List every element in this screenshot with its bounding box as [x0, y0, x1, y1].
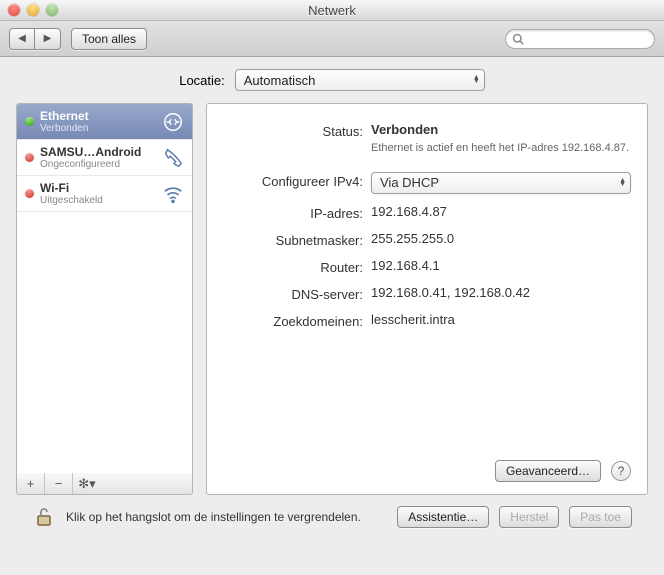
status-dot-icon: [25, 153, 34, 162]
dns-server-row: DNS-server: 192.168.0.41, 192.168.0.42: [223, 285, 631, 302]
panels: Ethernet Verbonden SAMSU…Android Ongecon…: [16, 103, 648, 495]
dns-server-value: 192.168.0.41, 192.168.0.42: [371, 285, 631, 300]
content: Locatie: Automatisch ▲▼ Ethernet Verbond…: [0, 57, 664, 539]
show-all-button[interactable]: Toon alles: [71, 28, 147, 50]
search-domains-value: lesscherit.intra: [371, 312, 631, 327]
minimize-window-button[interactable]: [27, 4, 39, 16]
location-popup[interactable]: Automatisch ▲▼: [235, 69, 485, 91]
phone-modem-icon: [162, 147, 184, 169]
router-row: Router: 192.168.4.1: [223, 258, 631, 275]
configure-ipv4-value: Via DHCP: [380, 175, 439, 190]
updown-icon: ▲▼: [473, 76, 480, 84]
chevron-right-icon: ▶: [44, 33, 52, 44]
help-button[interactable]: ?: [611, 461, 631, 481]
sidebar-item-ethernet[interactable]: Ethernet Verbonden: [17, 104, 192, 140]
gear-icon: ✻▾: [78, 476, 95, 492]
nav-buttons: ◀ ▶: [9, 28, 61, 50]
sidebar-item-label: Wi-Fi: [40, 181, 156, 195]
titlebar: Netwerk: [0, 0, 664, 21]
sidebar-item-samsung-android[interactable]: SAMSU…Android Ongeconfigureerd: [17, 140, 192, 176]
configure-ipv4-label: Configureer IPv4:: [223, 172, 371, 189]
back-button[interactable]: ◀: [9, 28, 35, 50]
sidebar: Ethernet Verbonden SAMSU…Android Ongecon…: [16, 103, 193, 495]
chevron-left-icon: ◀: [18, 33, 26, 44]
ip-address-value: 192.168.4.87: [371, 204, 631, 219]
status-dot-icon: [25, 117, 34, 126]
ethernet-icon: [162, 111, 184, 133]
assist-button[interactable]: Assistentie…: [397, 506, 489, 528]
search-input[interactable]: [524, 32, 648, 46]
sidebar-item-label: Ethernet: [40, 109, 156, 123]
connection-list[interactable]: Ethernet Verbonden SAMSU…Android Ongecon…: [16, 103, 193, 476]
status-description: Ethernet is actief en heeft het IP-adres…: [371, 141, 631, 156]
forward-button[interactable]: ▶: [35, 28, 61, 50]
subnet-mask-label: Subnetmasker:: [223, 231, 371, 248]
sidebar-buttons: + − ✻▾: [16, 473, 193, 495]
status-label: Status:: [223, 122, 371, 139]
apply-button[interactable]: Pas toe: [569, 506, 632, 528]
sidebar-item-wifi[interactable]: Wi-Fi Uitgeschakeld: [17, 176, 192, 212]
window-title: Netwerk: [308, 3, 356, 18]
minus-icon: −: [55, 476, 63, 491]
zoom-window-button[interactable]: [46, 4, 58, 16]
status-row: Status: Verbonden Ethernet is actief en …: [223, 122, 631, 156]
sidebar-item-label: SAMSU…Android: [40, 145, 156, 159]
sidebar-item-sub: Verbonden: [40, 123, 156, 134]
search-field[interactable]: [505, 29, 655, 49]
close-window-button[interactable]: [8, 4, 20, 16]
updown-icon: ▲▼: [619, 179, 626, 187]
lock-message: Klik op het hangslot om de instellingen …: [66, 510, 387, 524]
lock-open-icon[interactable]: [32, 505, 56, 529]
advanced-button[interactable]: Geavanceerd…: [495, 460, 601, 482]
status-value: Verbonden: [371, 122, 631, 137]
configure-ipv4-row: Configureer IPv4: Via DHCP ▲▼: [223, 172, 631, 194]
add-connection-button[interactable]: +: [17, 473, 45, 494]
detail-panel: Status: Verbonden Ethernet is actief en …: [206, 103, 648, 495]
sidebar-item-sub: Uitgeschakeld: [40, 195, 156, 206]
subnet-mask-row: Subnetmasker: 255.255.255.0: [223, 231, 631, 248]
revert-button[interactable]: Herstel: [499, 506, 559, 528]
location-value: Automatisch: [244, 73, 316, 88]
location-row: Locatie: Automatisch ▲▼: [16, 69, 648, 91]
ip-address-row: IP-adres: 192.168.4.87: [223, 204, 631, 221]
search-domains-row: Zoekdomeinen: lesscherit.intra: [223, 312, 631, 329]
configure-ipv4-popup[interactable]: Via DHCP ▲▼: [371, 172, 631, 194]
footer: Klik op het hangslot om de instellingen …: [16, 505, 648, 529]
subnet-mask-value: 255.255.255.0: [371, 231, 631, 246]
wifi-icon: [162, 183, 184, 205]
router-value: 192.168.4.1: [371, 258, 631, 273]
search-domains-label: Zoekdomeinen:: [223, 312, 371, 329]
search-icon: [512, 33, 524, 45]
location-label: Locatie:: [179, 73, 225, 88]
advanced-row: Geavanceerd… ?: [223, 460, 631, 482]
status-dot-icon: [25, 189, 34, 198]
router-label: Router:: [223, 258, 371, 275]
dns-server-label: DNS-server:: [223, 285, 371, 302]
traffic-lights: [8, 4, 58, 16]
action-menu-button[interactable]: ✻▾: [73, 473, 101, 494]
help-icon: ?: [618, 464, 625, 478]
ip-address-label: IP-adres:: [223, 204, 371, 221]
remove-connection-button[interactable]: −: [45, 473, 73, 494]
plus-icon: +: [27, 476, 35, 491]
sidebar-item-sub: Ongeconfigureerd: [40, 159, 156, 170]
toolbar: ◀ ▶ Toon alles: [0, 21, 664, 57]
